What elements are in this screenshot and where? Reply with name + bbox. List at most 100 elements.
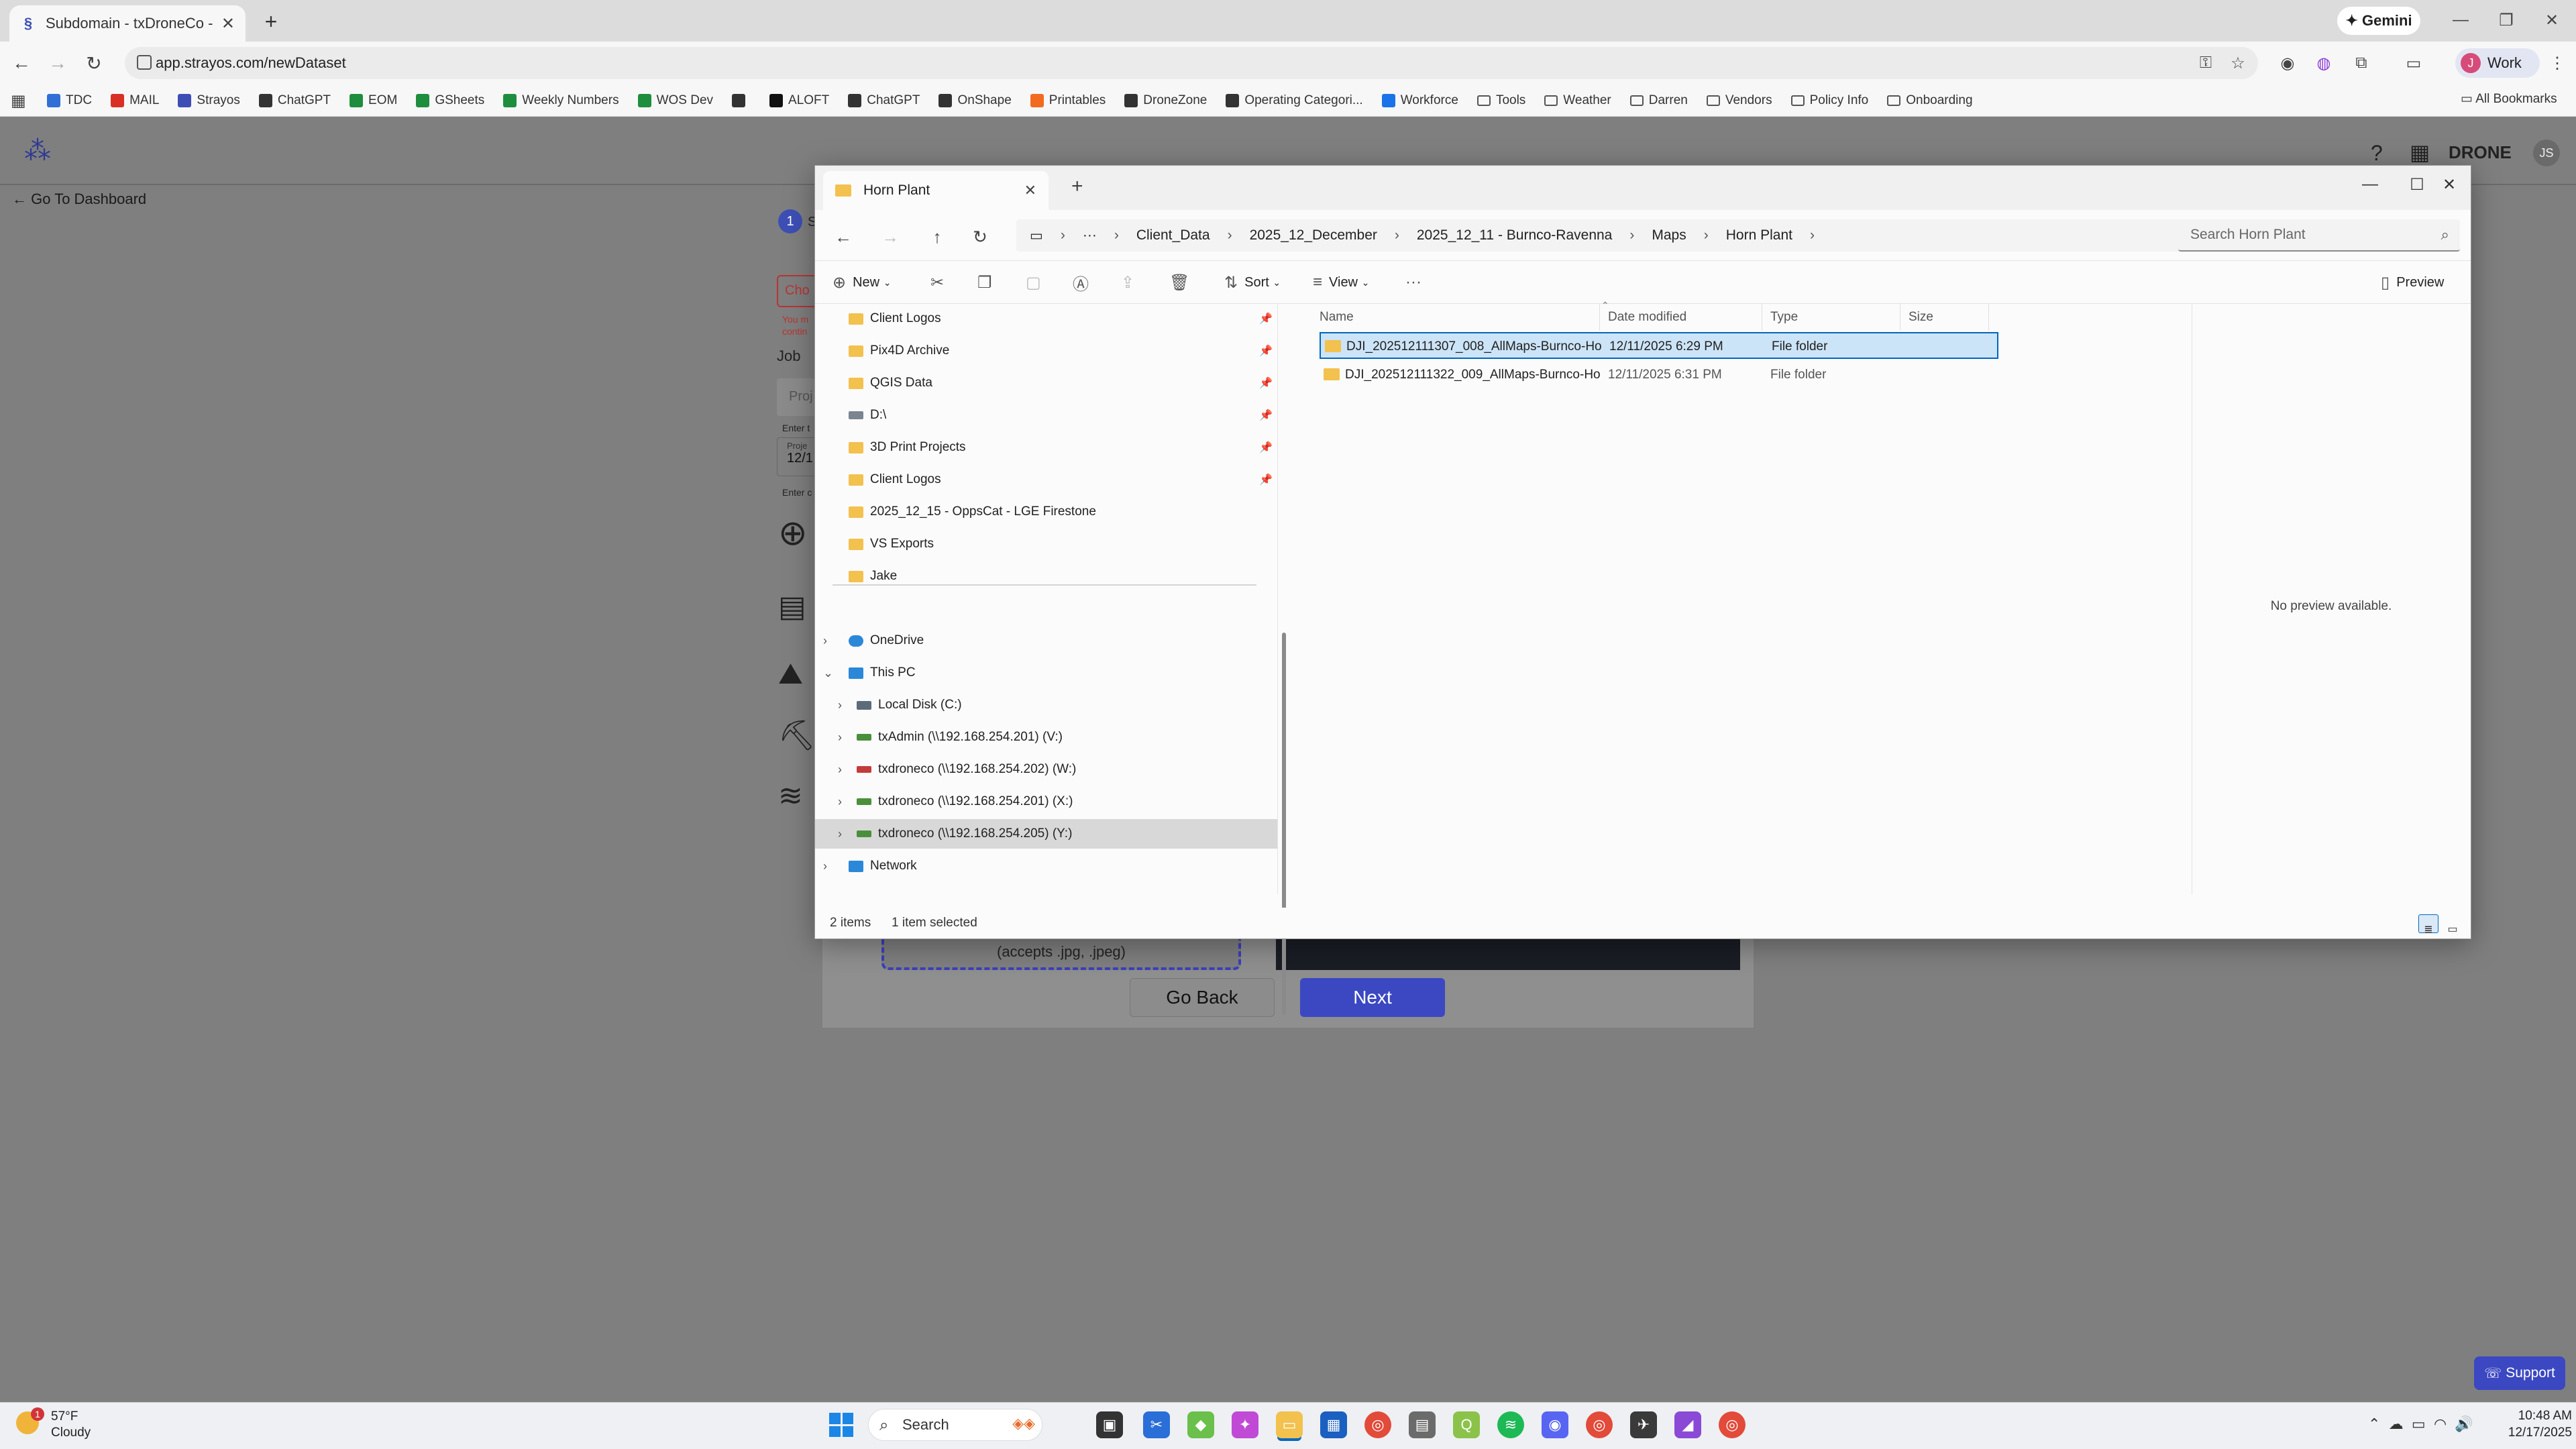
support-button[interactable]: ☏ Support	[2474, 1356, 2565, 1390]
bookmark-star-icon[interactable]: ☆	[2229, 54, 2247, 72]
nav-item-this-pc[interactable]: ⌄ This PC	[815, 658, 1277, 688]
breadcrumb-item[interactable]: 2025_12_December	[1250, 227, 1377, 244]
chevron-right-icon[interactable]: ›	[838, 795, 842, 809]
explorer-search-input[interactable]: Search Horn Plant ⌕	[2178, 219, 2460, 252]
task-view-icon[interactable]: ▣	[1096, 1411, 1123, 1438]
chevron-right-icon[interactable]: ›	[823, 859, 827, 873]
taskbar-clock[interactable]: 10:48 AM 12/17/2025	[2485, 1407, 2572, 1441]
bookmark-item[interactable]: Onboarding	[1887, 93, 1973, 108]
extension-icon[interactable]: ◍	[2314, 54, 2333, 72]
share-button[interactable]: ⇪	[1121, 261, 1141, 304]
pin-icon[interactable]: 📌	[1259, 376, 1273, 390]
paste-button[interactable]: ▢	[1026, 261, 1048, 304]
rename-button[interactable]: Ⓐ	[1073, 261, 1095, 304]
bookmark-item[interactable]: Tools	[1477, 93, 1525, 108]
excavator-icon[interactable]: ⛏	[778, 716, 816, 755]
column-header-name[interactable]: Name	[1311, 304, 1600, 331]
bookmark-item[interactable]: ALOFT	[769, 93, 829, 108]
bookmark-item[interactable]: Darren	[1629, 93, 1688, 108]
chevron-right-icon[interactable]: ›	[823, 634, 827, 648]
back-arrow-icon[interactable]: ←	[830, 223, 857, 250]
delete-button[interactable]: 🗑	[1169, 261, 1196, 304]
nav-item-network-drive[interactable]: › txAdmin (\\192.168.254.201) (V:)	[815, 722, 1277, 752]
table-row[interactable]: DJI_202512111322_009_AllMaps-Burnco-Horn…	[1320, 362, 1998, 388]
browser-tab-active[interactable]: § Subdomain - txDroneCo - Dem ✕	[9, 5, 246, 42]
volume-icon[interactable]: 🔊	[2455, 1415, 2473, 1432]
refresh-icon[interactable]: ↻	[967, 223, 994, 250]
chevron-right-icon[interactable]: ›	[838, 763, 842, 777]
nav-item-network-drive[interactable]: › txdroneco (\\192.168.254.201) (X:)	[815, 787, 1277, 816]
more-options-button[interactable]: ···	[1405, 261, 1428, 304]
close-window-button[interactable]: ✕	[2428, 170, 2471, 199]
store-icon[interactable]: ▦	[1320, 1411, 1347, 1438]
bookmark-item[interactable]: ChatGPT	[848, 93, 920, 108]
pin-icon[interactable]: 📌	[1259, 409, 1273, 422]
nav-item[interactable]: D:\ 📌	[815, 400, 1277, 430]
minimize-window-button[interactable]: —	[2439, 5, 2482, 35]
chrome-icon[interactable]: ◎	[1364, 1411, 1391, 1438]
chevron-down-icon[interactable]: ⌄	[823, 666, 833, 680]
chrome-profile-icon[interactable]: ◎	[1719, 1411, 1746, 1438]
chevron-right-icon[interactable]: ›	[838, 731, 842, 745]
menu-kebab-icon[interactable]: ⋮	[2548, 54, 2567, 72]
copy-button[interactable]: ❐	[977, 261, 999, 304]
bookmark-item[interactable]: OnShape	[938, 93, 1012, 108]
bookmark-item[interactable]: Vendors	[1706, 93, 1772, 108]
pin-icon[interactable]: 📌	[1259, 312, 1273, 325]
layers-icon[interactable]: ≋	[778, 777, 812, 816]
chevron-up-icon[interactable]: ⌃	[2368, 1415, 2380, 1432]
breadcrumb-item[interactable]: Horn Plant	[1726, 227, 1792, 244]
bookmark-item[interactable]: DroneZone	[1124, 93, 1207, 108]
nav-item[interactable]: VS Exports	[815, 529, 1277, 559]
profile-button[interactable]: J Work	[2455, 48, 2540, 78]
bookmark-item[interactable]: Policy Info	[1790, 93, 1868, 108]
tiles-view-toggle[interactable]: ▭	[2443, 914, 2463, 935]
crosshair-icon[interactable]: ⊕	[778, 514, 812, 553]
bookmark-item[interactable]: Printables	[1030, 93, 1106, 108]
maximize-window-button[interactable]: ❐	[2485, 5, 2528, 35]
nav-item[interactable]: 3D Print Projects 📌	[815, 433, 1277, 462]
bookmark-item[interactable]: MAIL	[111, 93, 159, 108]
wifi-icon[interactable]: ◠	[2434, 1415, 2447, 1432]
breadcrumb-item[interactable]: 2025_12_11 - Burnco-Ravenna	[1417, 227, 1613, 244]
chevron-right-icon[interactable]: ›	[838, 698, 842, 712]
bookmark-item[interactable]: Weather	[1544, 93, 1611, 108]
pin-icon[interactable]: 📌	[1259, 441, 1273, 454]
close-window-button[interactable]: ✕	[2530, 5, 2573, 35]
bookmark-item[interactable]: TDC	[47, 93, 92, 108]
address-bar[interactable]: app.strayos.com/newDataset	[125, 47, 2258, 79]
go-to-dashboard-link[interactable]: ← Go To Dashboard	[12, 191, 146, 208]
nav-scrollbar-thumb[interactable]	[1282, 633, 1286, 1015]
nav-item[interactable]: Client Logos 📌	[815, 465, 1277, 494]
windows-start-button[interactable]	[829, 1413, 853, 1437]
extension-icon[interactable]: ◉	[2278, 54, 2297, 72]
csv-file-icon[interactable]: ▤	[778, 588, 812, 627]
reload-icon[interactable]: ↻	[79, 48, 109, 78]
chevron-right-icon[interactable]: ›	[838, 827, 842, 841]
forward-arrow-icon[interactable]: →	[877, 223, 904, 250]
bookmark-item[interactable]: Operating Categori...	[1226, 93, 1363, 108]
next-button[interactable]: Next	[1300, 978, 1445, 1017]
close-tab-icon[interactable]: ✕	[1024, 182, 1036, 199]
close-tab-icon[interactable]: ✕	[221, 14, 235, 34]
sort-button[interactable]: ⇅ Sort ⌄	[1224, 261, 1281, 304]
bookmark-item[interactable]: Workforce	[1381, 93, 1458, 108]
view-button[interactable]: ≡ View ⌄	[1313, 261, 1369, 304]
spotify-icon[interactable]: ≋	[1497, 1411, 1524, 1438]
bookmark-item[interactable]	[732, 93, 751, 107]
column-header-type[interactable]: Type	[1762, 304, 1900, 331]
qgis-icon[interactable]: Q	[1453, 1411, 1480, 1438]
side-panel-icon[interactable]: ▭	[2404, 54, 2423, 72]
drone-app-icon[interactable]: ✈	[1630, 1411, 1657, 1438]
onedrive-tray-icon[interactable]: ☁	[2389, 1415, 2404, 1432]
nav-item-network-drive[interactable]: › txdroneco (\\192.168.254.205) (Y:)	[815, 819, 1277, 849]
pin-icon[interactable]: 📌	[1259, 473, 1273, 486]
breadcrumb-item[interactable]: Client_Data	[1136, 227, 1210, 244]
taskbar-search[interactable]: ⌕ Search ◈◈	[868, 1409, 1042, 1441]
pin-icon[interactable]: 📌	[1259, 344, 1273, 358]
more-crumbs-icon[interactable]: ···	[1083, 227, 1097, 244]
snipping-tool-icon[interactable]: ✂	[1143, 1411, 1170, 1438]
table-row[interactable]: DJI_202512111307_008_AllMaps-Burnco-Horn…	[1320, 332, 1998, 359]
extensions-puzzle-icon[interactable]: ⧉	[2352, 54, 2371, 72]
column-header-date[interactable]: Date modified	[1600, 304, 1762, 331]
